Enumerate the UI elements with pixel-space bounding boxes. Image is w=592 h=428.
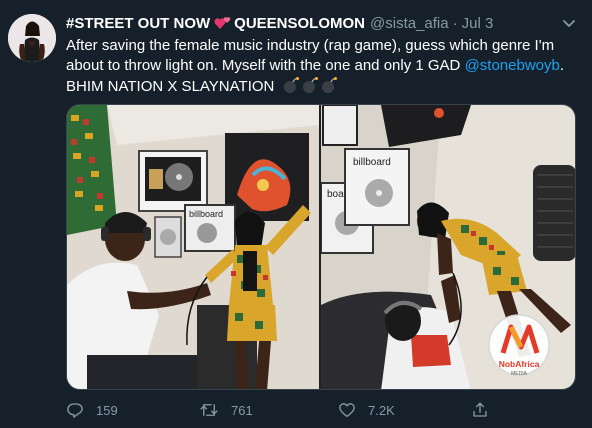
svg-text:billboard: billboard <box>353 157 391 168</box>
like-count: 7.2K <box>368 402 395 418</box>
tweet-text-period: . <box>559 57 565 74</box>
reply-count: 159 <box>96 402 118 418</box>
avatar-photo <box>8 14 56 62</box>
retweet-count: 761 <box>231 402 253 418</box>
heart-icon <box>339 403 355 418</box>
media-grid[interactable]: billboard board billboard NobAfrica MEDI… <box>66 104 576 390</box>
retweet-button[interactable]: 761 <box>199 401 253 419</box>
reply-button[interactable]: 159 <box>66 401 118 419</box>
tweet-text: After saving the female music industry (… <box>66 36 576 100</box>
tweet-text-line2: BHIM NATION X SLAYNATION <box>66 78 275 95</box>
tweet-date[interactable]: Jul 3 <box>462 15 494 32</box>
mention-link[interactable]: @stonebwoyb <box>465 57 560 74</box>
like-button[interactable]: 7.2K <box>338 401 395 419</box>
bomb-emoji-icon <box>282 76 340 100</box>
display-name-suffix[interactable]: QUEENSOLOMON <box>234 15 365 32</box>
separator-dot: · <box>452 14 458 32</box>
retweet-icon <box>200 404 218 416</box>
photo-studio-left[interactable]: billboard <box>67 105 319 389</box>
share-icon <box>473 402 487 417</box>
user-handle[interactable]: @sista_afia <box>370 15 449 32</box>
tweet-actions: 159 761 7.2K <box>66 398 576 422</box>
avatar[interactable] <box>8 14 56 62</box>
chevron-down-icon[interactable] <box>560 14 578 32</box>
share-button[interactable] <box>471 401 489 419</box>
reply-icon <box>67 403 83 418</box>
photo-studio-right[interactable]: board billboard NobAfrica MEDIA <box>321 105 575 389</box>
display-name[interactable]: #STREET OUT NOW <box>66 15 210 32</box>
tweet[interactable]: #STREET OUT NOW QUEENSOLOMON @sista_afia… <box>0 0 592 428</box>
watermark-brand: NobAfrica <box>499 359 540 369</box>
svg-text:billboard: billboard <box>189 209 223 219</box>
watermark-sub: MEDIA <box>511 371 528 377</box>
two-hearts-emoji-icon <box>214 15 232 31</box>
tweet-header: #STREET OUT NOW QUEENSOLOMON @sista_afia… <box>66 13 493 33</box>
